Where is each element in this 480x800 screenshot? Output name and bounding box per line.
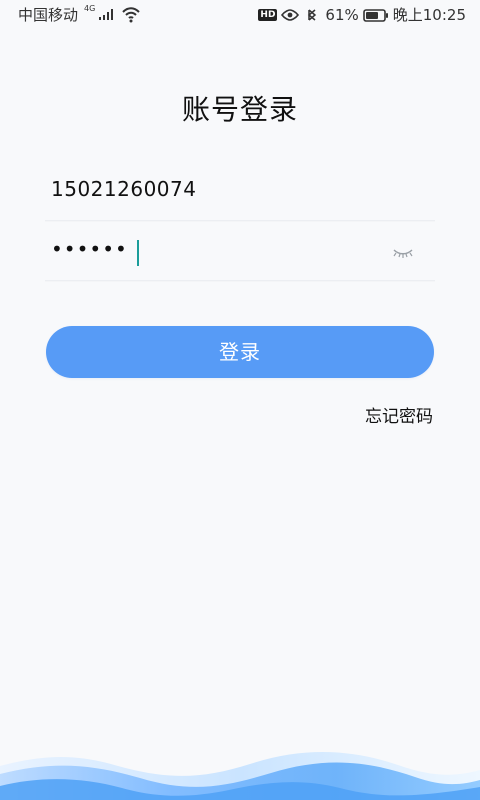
account-field[interactable]: 15021260074 [45,162,435,221]
forgot-password-link[interactable]: 忘记密码 [365,404,433,430]
network-type: 4G [84,4,96,13]
account-value[interactable]: 15021260074 [51,174,196,204]
bluetooth-icon [308,9,317,21]
signal-icon [99,9,114,20]
battery-percent: 61% [325,6,359,24]
login-button[interactable]: 登录 [46,326,434,378]
eye-icon [281,9,300,21]
wifi-icon [122,7,141,23]
status-bar-right: HD 61% 晚上10:25 [258,0,466,30]
bottom-wave-decoration [0,752,480,800]
eye-closed-icon[interactable] [391,244,415,260]
password-field[interactable]: •••••• [45,222,435,281]
status-bar: 中国移动 4G HD 61% 晚上10:25 [0,0,480,30]
password-value[interactable]: •••••• [51,234,128,264]
hd-icon: HD [258,9,278,21]
login-screen: 中国移动 4G HD 61% 晚上10:25 账号登录 15021260074 … [0,0,480,800]
page-title: 账号登录 [181,93,298,126]
clock: 晚上10:25 [392,6,466,24]
text-cursor [137,240,139,266]
carrier-name: 中国移动 [18,6,79,24]
status-bar-left: 中国移动 4G [18,0,141,30]
battery-icon [362,8,388,22]
